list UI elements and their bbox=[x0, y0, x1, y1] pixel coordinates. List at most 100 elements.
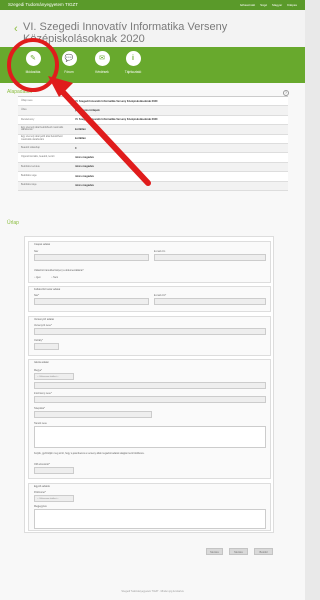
info-key: Beküldés kezdete bbox=[21, 164, 40, 168]
user-menu[interactable]: felhasználó bbox=[240, 3, 255, 7]
team-email-input[interactable] bbox=[154, 254, 266, 261]
class-label: Osztály* bbox=[34, 339, 43, 342]
info-row: Opposzícionális, beadott, lezárt nincs me… bbox=[18, 153, 288, 163]
forum-button[interactable]: 💬 Fórum bbox=[56, 51, 82, 74]
teacher-email-label: E-mail cím* bbox=[154, 294, 167, 297]
forum-label: Fórum bbox=[64, 70, 74, 74]
page-title: VI. Szegedi Innovatív Informatika Versen… bbox=[23, 21, 228, 45]
edit-icon: ✎ bbox=[25, 51, 41, 66]
remark-label: Megjegyzés bbox=[34, 505, 47, 508]
back-chevron-icon[interactable]: ‹ bbox=[14, 23, 18, 35]
extra-legend: Egyéb adatok bbox=[34, 485, 50, 488]
team-fieldset: Csapat adatai Név E-mail cím Választott … bbox=[28, 241, 271, 283]
county-label: Megye* bbox=[34, 369, 43, 372]
info-row: Beküldés kezdete nincs megadva bbox=[18, 162, 288, 173]
info-row: Űrlap neve VI. Szegedi Innovatív Informat… bbox=[18, 97, 288, 107]
questions-button[interactable]: ✉ Kérdések bbox=[89, 51, 115, 74]
team-legend: Csapat adatai bbox=[34, 243, 51, 246]
county-select-value: -- Válasszon értéket -- bbox=[37, 376, 59, 378]
info-key: Beadott válaszlap bbox=[21, 145, 40, 149]
county-extra-input[interactable] bbox=[34, 382, 266, 389]
info-button[interactable]: i Tájékoztató bbox=[120, 51, 146, 74]
member-legend: Versenyző adatai bbox=[34, 318, 54, 321]
city-input[interactable] bbox=[34, 411, 152, 418]
info-value: nincs megadva bbox=[75, 174, 94, 178]
team-name-label: Név bbox=[34, 250, 39, 253]
om-label: OM azonosító* bbox=[34, 463, 50, 466]
note-label: Tanuló neve bbox=[34, 422, 47, 425]
form-panel: Csapat adatai Név E-mail cím Választott … bbox=[24, 236, 274, 533]
info-row: Ürlés jelentkezési űrlapok bbox=[18, 106, 288, 116]
radio-no-label: Nem bbox=[53, 276, 59, 279]
help-link[interactable]: Súgó bbox=[260, 3, 267, 7]
school-name-input[interactable] bbox=[34, 396, 266, 403]
teacher-name-label: Név* bbox=[34, 294, 40, 297]
shirt-select[interactable]: -- Válasszon értéket -- bbox=[34, 495, 74, 502]
edit-label: Módosítás bbox=[25, 70, 41, 74]
class-input[interactable] bbox=[34, 343, 59, 350]
info-key: Egy személy által jelölt által beküldhet… bbox=[21, 135, 63, 141]
radio-no[interactable]: ○ Nem bbox=[51, 276, 58, 279]
member-name-input[interactable] bbox=[34, 328, 266, 335]
school-name-label: Intézmény neve* bbox=[34, 392, 52, 395]
save-button[interactable]: Mentés bbox=[206, 548, 223, 555]
team-email-label: E-mail cím bbox=[154, 250, 166, 253]
info-key: Egy személy által beküldhető maximális d… bbox=[21, 125, 64, 132]
county-select[interactable]: -- Válasszon értéket -- bbox=[34, 373, 74, 380]
info-value: korlátlan bbox=[75, 127, 86, 131]
basic-info-table: Űrlap neve VI. Szegedi Innovatív Informat… bbox=[18, 96, 288, 191]
questions-label: Kérdések bbox=[95, 70, 109, 74]
city-label: Település* bbox=[34, 407, 46, 410]
radio-yes-label: Igen bbox=[36, 276, 41, 279]
chat-icon: 💬 bbox=[61, 51, 77, 66]
info-row: Egy személy által beküldhető maximális d… bbox=[18, 125, 288, 135]
info-value: VI. Szegedi Innovatív Informatika Versen… bbox=[75, 118, 158, 122]
info-key: Beküldés ideje bbox=[21, 183, 37, 187]
teacher-name-input[interactable] bbox=[34, 298, 149, 305]
note-text: Kérjük, győződjön meg arról, hogy a jele… bbox=[34, 452, 145, 455]
language-selector[interactable]: Magyar bbox=[272, 3, 282, 7]
info-value: nincs megadva bbox=[75, 156, 94, 160]
top-bar: Szegedi Tudományegyetem TIGZT felhasznál… bbox=[0, 0, 305, 10]
edit-button[interactable]: ✎ Módosítás bbox=[20, 51, 46, 74]
info-row: Beadott válaszlap 0 bbox=[18, 143, 288, 154]
extra-fieldset: Egyéb adatok Pólóméret* -- Válasszon ért… bbox=[28, 483, 271, 531]
note-textarea[interactable] bbox=[34, 426, 266, 448]
member-name-label: Versenyző neve* bbox=[34, 324, 52, 327]
info-value: jelentkezési űrlapok bbox=[75, 109, 100, 113]
action-bar: ✎ Módosítás 💬 Fórum ✉ Kérdések i Tájékoz… bbox=[0, 47, 305, 83]
form-title: Űrlap bbox=[7, 220, 19, 226]
info-row: Rendezvény VI. Szegedi Innovatív Informat… bbox=[18, 115, 288, 126]
info-key: Ürlés bbox=[21, 108, 27, 112]
school-question-label: Választott tanulóterület(en) a dokumentá… bbox=[34, 269, 84, 272]
mail-icon: ✉ bbox=[94, 51, 110, 66]
info-value: nincs megadva bbox=[75, 165, 94, 169]
logout-link[interactable]: Kilépés bbox=[287, 3, 297, 7]
remark-textarea[interactable] bbox=[34, 509, 266, 529]
basic-info-title: Alapadatok bbox=[7, 89, 33, 95]
teacher-legend: Felkészítő tanár adatai bbox=[34, 288, 61, 291]
info-value: VI. Szegedi Innovatív Informatika Versen… bbox=[75, 99, 158, 103]
brand-name[interactable]: Szegedi Tudományegyetem TIGZT bbox=[8, 2, 78, 7]
save-draft-button[interactable]: Mentés bbox=[229, 548, 248, 555]
shirt-label: Pólóméret* bbox=[34, 491, 46, 494]
info-row: Beküldés vége nincs megadva bbox=[18, 172, 288, 182]
teacher-email-input[interactable] bbox=[154, 298, 266, 305]
info-key: Opposzícionális, beadott, lezárt bbox=[21, 155, 55, 159]
page-header: ‹ VI. Szegedi Innovatív Informatika Vers… bbox=[0, 10, 305, 54]
info-icon: i bbox=[125, 51, 141, 66]
info-key: Beküldés vége bbox=[21, 174, 37, 178]
info-value: nincs megadva bbox=[75, 184, 94, 188]
member-fieldset: Versenyző adatai Versenyző neve* Osztály… bbox=[28, 316, 271, 356]
info-key: Rendezvény bbox=[21, 117, 35, 121]
info-value: korlátlan bbox=[75, 137, 86, 141]
info-value: 0 bbox=[75, 146, 77, 150]
footer: Szegedi Tudományegyetem TIGZT · Minden j… bbox=[121, 590, 184, 593]
top-bar-menu: felhasználó Súgó Magyar Kilépés bbox=[240, 3, 297, 7]
team-name-input[interactable] bbox=[34, 254, 149, 261]
radio-yes[interactable]: ○ Igen bbox=[34, 276, 41, 279]
om-input[interactable] bbox=[34, 467, 74, 474]
submit-button[interactable]: Beküld bbox=[254, 548, 273, 555]
info-row: Egy személy által jelölt által beküldhet… bbox=[18, 134, 288, 144]
shirt-select-value: -- Válasszon értéket -- bbox=[37, 498, 59, 500]
